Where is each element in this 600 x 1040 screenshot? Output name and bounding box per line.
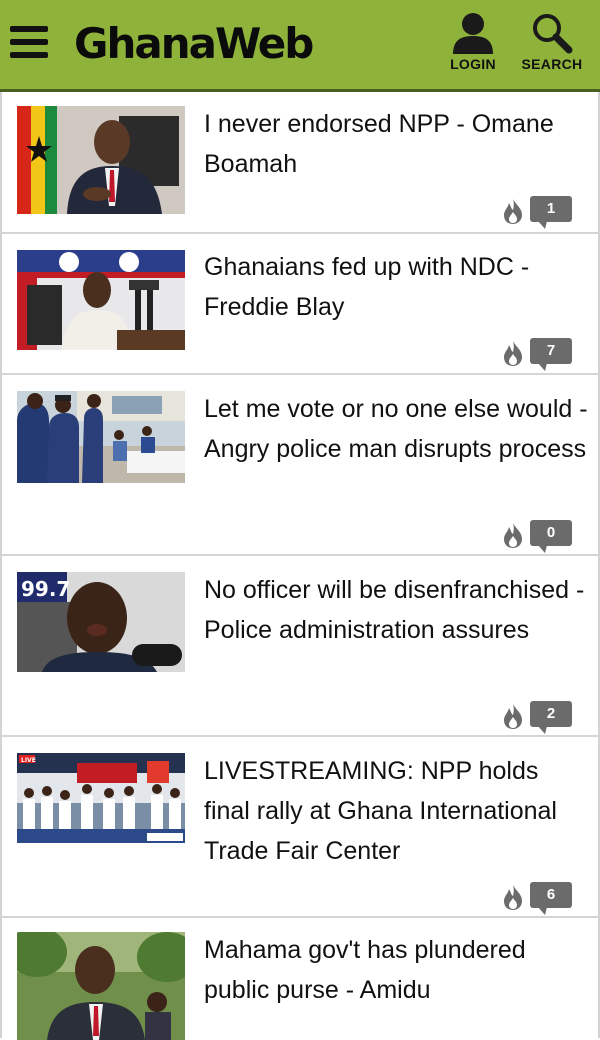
article-meta: 1 [502,196,582,230]
search-label: SEARCH [521,56,583,72]
article-thumbnail[interactable] [17,106,185,214]
comment-count-badge[interactable]: 6 [530,882,572,915]
comment-count-badge[interactable]: 1 [530,196,572,229]
article-title[interactable]: Ghanaians fed up with NDC - Freddie Blay [204,247,590,327]
flame-icon [504,885,522,910]
news-item[interactable]: Let me vote or no one else would - Angry… [0,375,600,556]
article-thumbnail[interactable] [17,250,185,350]
article-meta: 0 [502,520,582,554]
article-title[interactable]: Let me vote or no one else would - Angry… [204,389,590,469]
news-item[interactable]: LIVE LIVESTREAMING: NPP holds final rall… [0,737,600,918]
comment-count-badge[interactable]: 0 [530,520,572,553]
top-header: GhanaWeb LOGIN SEARCH [0,0,600,92]
search-icon [533,14,573,54]
login-button[interactable]: LOGIN [438,12,508,82]
news-item[interactable]: Mahama gov't has plundered public purse … [0,918,600,1040]
article-meta: 2 [502,701,582,735]
article-meta: 6 [502,882,582,916]
article-thumbnail[interactable]: 99.7 [17,572,185,672]
flame-icon [504,523,522,548]
radio-frequency-badge: 99.7 [21,577,70,601]
news-list: I never endorsed NPP - Omane Boamah 1 Gh… [0,92,600,1040]
comment-count-badge[interactable]: 7 [530,338,572,371]
hamburger-menu-icon[interactable] [10,26,50,60]
news-item[interactable]: I never endorsed NPP - Omane Boamah 1 [0,92,600,234]
article-meta: 7 [502,338,582,372]
flame-icon [504,199,522,224]
search-button[interactable]: SEARCH [517,12,587,82]
article-thumbnail[interactable]: LIVE [17,753,185,843]
article-title[interactable]: I never endorsed NPP - Omane Boamah [204,104,590,184]
news-item[interactable]: Ghanaians fed up with NDC - Freddie Blay… [0,234,600,375]
flame-icon [504,704,522,729]
flame-icon [504,341,522,366]
comment-count-badge[interactable]: 2 [530,701,572,734]
article-title[interactable]: LIVESTREAMING: NPP holds final rally at … [204,751,590,871]
article-thumbnail[interactable] [17,391,185,483]
article-title[interactable]: Mahama gov't has plundered public purse … [204,930,590,1010]
article-title[interactable]: No officer will be disenfranchised - Pol… [204,570,590,650]
live-badge: LIVE [21,757,36,764]
site-logo[interactable]: GhanaWeb [74,14,314,74]
user-icon [453,13,493,54]
login-label: LOGIN [450,56,496,72]
news-item[interactable]: 99.7 No officer will be disenfranchised … [0,556,600,737]
